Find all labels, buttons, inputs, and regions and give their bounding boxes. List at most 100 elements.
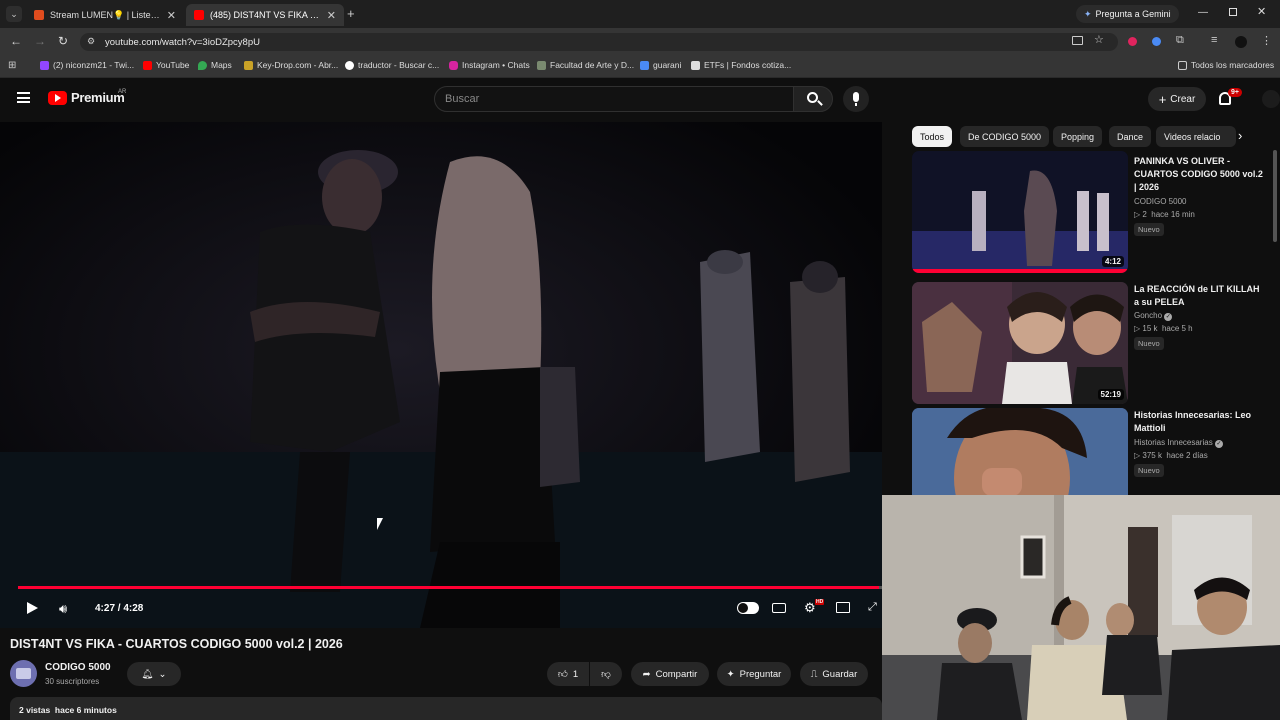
extension-blue-icon[interactable] — [1152, 37, 1161, 46]
share-button[interactable]: ➦ Compartir — [631, 662, 709, 686]
chip-dance[interactable]: Dance — [1109, 126, 1152, 147]
bookmark-youtube[interactable]: YouTube — [143, 60, 189, 70]
voice-search-button[interactable] — [843, 86, 869, 112]
thumbnail-image — [912, 151, 1128, 273]
subscriber-count: 30 suscriptores — [45, 677, 100, 686]
bookmark-twitch[interactable]: (2) niconzm21 - Twi... — [40, 60, 134, 70]
hd-badge: HD — [815, 599, 825, 605]
fullscreen-icon[interactable]: ⤢ — [868, 601, 877, 614]
chip-popping[interactable]: Popping — [1053, 126, 1103, 147]
extension-red-icon[interactable] — [1128, 37, 1137, 46]
autoplay-play-icon — [738, 603, 748, 613]
duration-badge: 4:12 — [1101, 256, 1124, 267]
theater-mode-icon[interactable] — [836, 602, 850, 613]
related-channel[interactable]: CODIGO 5000 — [1134, 197, 1186, 206]
forward-arrow-icon[interactable]: → — [34, 34, 46, 48]
tab-stream-lumen[interactable]: Stream LUMEN💡 | Listen to m ✕ — [26, 4, 184, 26]
channel-avatar[interactable] — [10, 660, 37, 687]
settings-gear-icon[interactable]: ⚙ — [804, 600, 816, 616]
chip-videos-relacionados[interactable]: Videos relacio — [1156, 126, 1236, 147]
gemini-button[interactable]: ✦ Pregunta a Gemini — [1076, 5, 1179, 23]
close-icon[interactable]: ✕ — [327, 9, 336, 22]
related-meta: ▷ 375 k hace 2 días — [1134, 451, 1208, 460]
autoplay-toggle[interactable] — [737, 602, 759, 614]
create-button[interactable]: + Crear — [1148, 87, 1206, 111]
window-close-icon[interactable]: ✕ — [1257, 5, 1266, 18]
related-channel[interactable]: Historias Innecesarias ✓ — [1134, 438, 1223, 448]
related-thumbnail[interactable] — [912, 408, 1128, 496]
bookmark-traductor[interactable]: traductor - Buscar c... — [345, 60, 439, 70]
tab-youtube-video[interactable]: (485) DIST4NT VS FIKA - CUART ✕ — [186, 4, 344, 26]
youtube-favicon-icon — [194, 10, 204, 20]
restore-icon[interactable] — [1229, 8, 1237, 16]
soundcloud-favicon-icon — [34, 10, 44, 20]
bookmark-facultad[interactable]: Facultad de Arte y D... — [537, 60, 634, 70]
chip-de-codigo-5000[interactable]: De CODIGO 5000 — [960, 126, 1050, 147]
new-badge: Nuevo — [1134, 337, 1164, 350]
url-text[interactable]: youtube.com/watch?v=3ioDZpcy8pU — [105, 37, 260, 48]
back-arrow-icon[interactable]: ← — [10, 34, 22, 48]
chrome-menu-icon[interactable]: ⋮ — [1261, 34, 1272, 47]
new-tab-plus-icon[interactable]: + — [347, 6, 355, 21]
guarani-icon — [640, 60, 649, 70]
related-title[interactable]: Historias Innecesarias: Leo Mattioli — [1134, 409, 1264, 435]
all-bookmarks-folder[interactable]: Todos los marcadores — [1178, 60, 1274, 70]
related-channel[interactable]: Goncho ✓ — [1134, 311, 1173, 321]
minimize-icon[interactable]: — — [1198, 7, 1208, 18]
youtube-premium-logo[interactable]: Premium — [48, 90, 125, 105]
account-avatar[interactable] — [1262, 90, 1280, 108]
reading-list-icon[interactable]: ≡ — [1211, 34, 1217, 46]
chip-todos[interactable]: Todos — [912, 126, 953, 147]
close-icon[interactable]: ✕ — [167, 9, 176, 22]
bookmark-star-icon[interactable]: ☆ — [1094, 33, 1104, 46]
subscription-bell-button[interactable]: 🔔︎ ⌄ — [127, 662, 181, 686]
video-frame — [0, 122, 882, 628]
logo-text: Premium — [71, 90, 125, 105]
reload-icon[interactable]: ↻ — [58, 34, 68, 48]
related-title[interactable]: La REACCIÓN de LIT KILLAH a su PELEA — [1134, 283, 1264, 309]
related-thumbnail[interactable]: 52:19 — [912, 282, 1128, 404]
like-count: 1 — [572, 668, 579, 680]
description-box[interactable] — [10, 697, 882, 720]
site-info-icon[interactable]: ⚙ — [87, 36, 95, 47]
save-button[interactable]: ⎍ Guardar — [800, 662, 868, 686]
progress-fill — [18, 586, 879, 589]
tab-title: (485) DIST4NT VS FIKA - CUART — [210, 10, 321, 20]
subtitles-icon[interactable] — [772, 603, 786, 613]
bookmark-keydrop[interactable]: Key-Drop.com - Abr... — [244, 60, 338, 70]
bookmark-instagram[interactable]: Instagram • Chats — [449, 60, 530, 70]
search-button[interactable] — [793, 86, 833, 112]
ask-button[interactable]: ✦ Preguntar — [717, 662, 791, 686]
video-player[interactable] — [0, 122, 882, 628]
bookmark-maps[interactable]: Maps — [198, 60, 232, 70]
channel-name[interactable]: CODIGO 5000 — [45, 662, 111, 673]
duration-badge: 52:19 — [1097, 389, 1124, 400]
related-title[interactable]: PANINKA VS OLIVER - CUARTOS CODIGO 5000 … — [1134, 155, 1264, 194]
related-thumbnail[interactable]: 4:12 — [912, 151, 1128, 273]
install-app-icon[interactable] — [1072, 36, 1083, 45]
new-badge: Nuevo — [1134, 223, 1164, 236]
hamburger-menu-icon[interactable] — [17, 92, 30, 103]
new-badge: Nuevo — [1134, 464, 1164, 477]
sidebar-scrollbar[interactable] — [1273, 150, 1277, 242]
profile-avatar[interactable] — [1235, 36, 1247, 48]
extensions-puzzle-icon[interactable]: ⧉ — [1176, 34, 1184, 47]
bookmark-guarani[interactable]: guarani — [640, 60, 681, 70]
share-label: Compartir — [655, 668, 698, 680]
thumbnail-image — [912, 282, 1128, 404]
like-button[interactable]: 👍︎ 1 — [547, 662, 589, 686]
gemini-star-icon: ✦ — [1084, 8, 1092, 19]
dislike-button[interactable]: 👎︎ — [590, 662, 622, 686]
thumbs-up-icon: 👍︎ — [557, 669, 568, 680]
volume-icon[interactable]: 🔊︎ — [59, 601, 67, 617]
apps-grid-icon[interactable]: ⊞ — [8, 60, 16, 71]
share-arrow-icon: ➦ — [642, 668, 651, 680]
facultad-icon — [537, 60, 546, 70]
search-input[interactable]: Buscar — [434, 86, 794, 112]
bookmark-etfs[interactable]: ETFs | Fondos cotiza... — [691, 60, 791, 70]
folder-icon — [1178, 60, 1187, 70]
tab-list-button[interactable]: ⌄ — [6, 6, 22, 22]
bell-icon: 🔔︎ — [141, 668, 154, 680]
chips-next-chevron-icon[interactable]: › — [1238, 128, 1242, 143]
play-icon[interactable] — [27, 602, 38, 614]
